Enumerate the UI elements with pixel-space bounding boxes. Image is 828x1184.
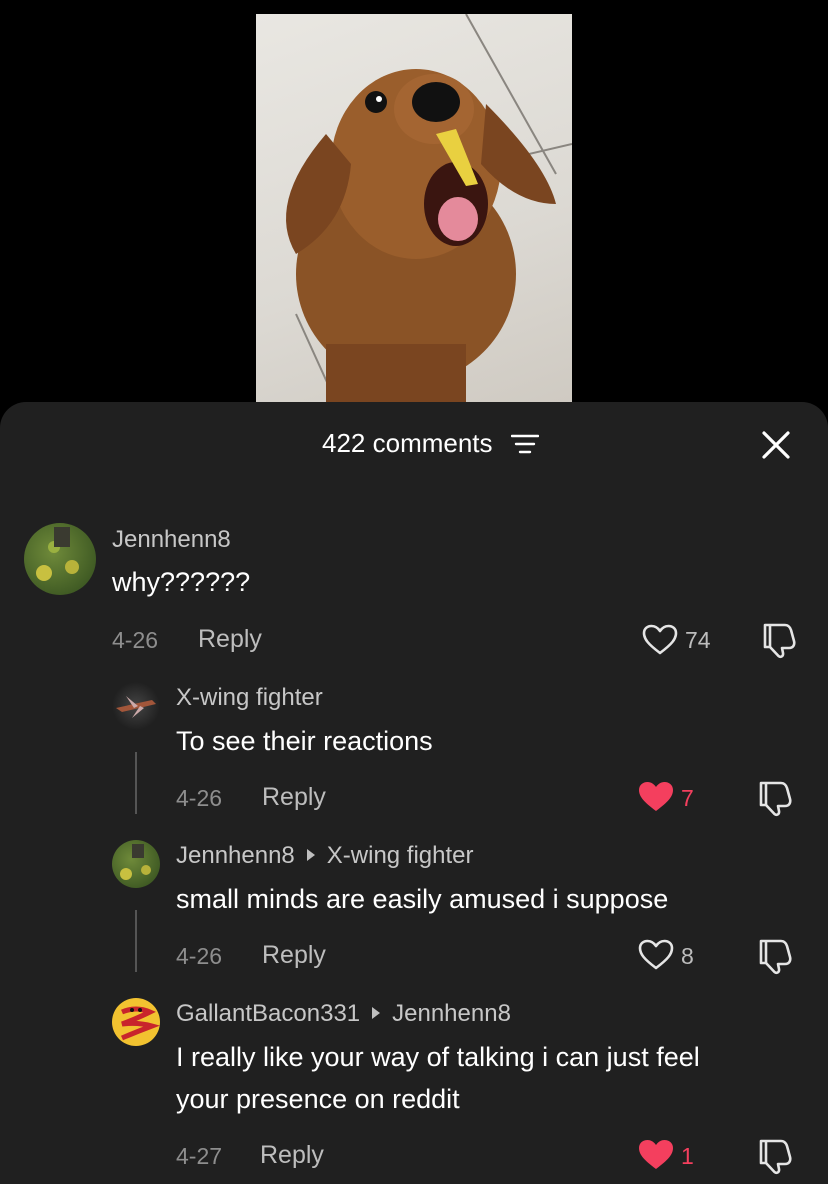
- reply-to-username[interactable]: X-wing fighter: [327, 842, 474, 869]
- comment-username-text[interactable]: GallantBacon331: [176, 1000, 360, 1027]
- comments-sheet: 422 comments Jennhenn8 why?????? 4-26 Re…: [0, 402, 828, 1184]
- heart-outline-icon[interactable]: [642, 624, 678, 661]
- like-count: 1: [681, 1143, 694, 1169]
- comment-username[interactable]: GallantBacon331 Jennhenn8: [176, 1000, 511, 1028]
- comments-header: 422 comments: [0, 402, 828, 482]
- thread-line: [135, 910, 137, 972]
- reply-button[interactable]: Reply: [260, 1141, 324, 1170]
- reply-button[interactable]: Reply: [262, 783, 326, 812]
- like-count: 8: [681, 943, 694, 969]
- dog-image: [286, 14, 572, 402]
- dislike-icon[interactable]: [757, 1137, 793, 1180]
- avatar[interactable]: [112, 840, 160, 888]
- comment-date: 4-26: [112, 627, 159, 653]
- comment-text: small minds are easily amused i suppose: [176, 884, 669, 914]
- hide-replies-cutoff: [176, 468, 232, 482]
- reply-arrow-icon: [372, 1007, 381, 1019]
- avatar[interactable]: [112, 998, 160, 1046]
- like-count: 74: [685, 627, 711, 653]
- comment-text-line-1: I really like your way of talking i can …: [176, 1042, 700, 1072]
- reply-to-username[interactable]: Jennhenn8: [392, 1000, 511, 1027]
- reply-button[interactable]: Reply: [198, 625, 262, 654]
- comment-date: 4-27: [176, 1143, 223, 1169]
- video-thumbnail[interactable]: [256, 14, 572, 402]
- reply-button[interactable]: Reply: [262, 941, 326, 970]
- close-icon[interactable]: [757, 426, 795, 464]
- thread-line: [135, 752, 137, 814]
- comment-text: why??????: [112, 567, 251, 597]
- sort-filter-icon[interactable]: [510, 434, 540, 459]
- comments-count: 422 comments: [322, 428, 493, 458]
- comment-text: To see their reactions: [176, 726, 433, 756]
- dislike-icon[interactable]: [757, 779, 793, 822]
- like-count: 7: [681, 785, 694, 811]
- avatar[interactable]: [112, 682, 160, 730]
- comment-date: 4-26: [176, 943, 223, 969]
- reply-arrow-icon: [306, 849, 315, 861]
- comment-username[interactable]: Jennhenn8: [112, 526, 231, 554]
- comment-username-text[interactable]: Jennhenn8: [176, 842, 295, 869]
- heart-outline-icon[interactable]: [638, 939, 674, 976]
- comment-username[interactable]: Jennhenn8 X-wing fighter: [176, 842, 474, 870]
- dislike-icon[interactable]: [757, 937, 793, 980]
- heart-filled-icon[interactable]: [638, 781, 674, 818]
- comment-username[interactable]: X-wing fighter: [176, 684, 323, 712]
- heart-filled-icon[interactable]: [638, 1139, 674, 1176]
- avatar[interactable]: [24, 523, 96, 595]
- comment-text-line-2: your presence on reddit: [176, 1084, 460, 1114]
- comment-date: 4-26: [176, 785, 223, 811]
- dislike-icon[interactable]: [761, 621, 797, 664]
